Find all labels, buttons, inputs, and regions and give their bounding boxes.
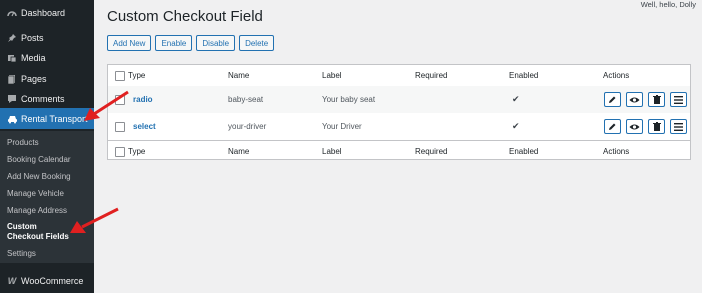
column-type[interactable]: Type xyxy=(128,71,145,80)
pencil-icon xyxy=(609,123,616,130)
submenu-settings[interactable]: Settings xyxy=(7,249,92,259)
table-footer: Type Name Label Required Enabled Actions xyxy=(108,140,690,162)
field-label: Your Driver xyxy=(322,122,362,131)
page-title: Custom Checkout Field xyxy=(107,8,263,25)
menu-item-posts[interactable]: Posts xyxy=(0,28,94,48)
column-name: Name xyxy=(228,147,250,156)
field-type-link[interactable]: radio xyxy=(133,95,153,104)
comments-icon xyxy=(3,94,21,104)
submenu-products[interactable]: Products xyxy=(7,138,92,148)
column-enabled: Enabled xyxy=(509,71,539,80)
rental-transport-submenu: Products Booking Calendar Add New Bookin… xyxy=(0,131,94,263)
dashboard-icon xyxy=(3,8,21,18)
add-new-button[interactable]: Add New xyxy=(107,35,152,51)
column-required: Required xyxy=(415,71,448,80)
enable-button[interactable]: Enable xyxy=(155,35,193,51)
field-name: baby-seat xyxy=(228,95,264,104)
eye-icon xyxy=(629,97,640,102)
delete-button[interactable]: Delete xyxy=(239,35,275,51)
view-button[interactable] xyxy=(626,119,643,134)
pencil-icon xyxy=(609,96,616,103)
checkout-fields-table: Type Name Label Required Enabled Actions… xyxy=(107,64,691,160)
menu-item-woocommerce[interactable]: W WooCommerce xyxy=(0,271,94,291)
column-actions: Actions xyxy=(603,147,630,156)
eye-icon xyxy=(629,124,640,129)
admin-sidebar: Dashboard Posts Media Pages Comments Ren… xyxy=(0,0,94,293)
menu-label: Comments xyxy=(21,94,65,104)
field-type-link[interactable]: select xyxy=(133,122,156,131)
column-required: Required xyxy=(415,147,448,156)
table-header: Type Name Label Required Enabled Actions xyxy=(108,65,690,86)
disable-button[interactable]: Disable xyxy=(196,35,236,51)
submenu-manage-vehicle[interactable]: Manage Vehicle xyxy=(7,189,92,199)
menu-label: Media xyxy=(21,53,46,63)
pin-icon xyxy=(3,33,21,43)
field-label: Your baby seat xyxy=(322,95,376,104)
submenu-custom-checkout-fields[interactable]: Custom Checkout Fields xyxy=(7,222,73,242)
select-all-checkbox[interactable] xyxy=(115,70,125,81)
column-actions: Actions xyxy=(603,71,630,80)
column-enabled: Enabled xyxy=(509,147,539,156)
menu-label: Dashboard xyxy=(21,8,66,18)
select-all-checkbox-footer[interactable] xyxy=(115,146,125,157)
view-button[interactable] xyxy=(626,92,643,107)
menu-item-pages[interactable]: Pages xyxy=(0,69,94,89)
menu-label: Rental Transport xyxy=(21,113,88,124)
table-row: radio baby-seat Your baby seat ✔ xyxy=(108,86,690,113)
delete-row-button[interactable] xyxy=(648,119,665,134)
column-type[interactable]: Type xyxy=(128,147,145,156)
annotation-arrow-icon xyxy=(84,90,129,121)
column-name: Name xyxy=(228,71,250,80)
table-row: select your-driver Your Driver ✔ xyxy=(108,113,690,140)
menu-item-media[interactable]: Media xyxy=(0,48,94,68)
submenu-add-new-booking[interactable]: Add New Booking xyxy=(7,172,92,182)
submenu-booking-calendar[interactable]: Booking Calendar xyxy=(7,155,92,165)
pages-icon xyxy=(3,74,21,84)
menu-lines-icon xyxy=(674,95,683,104)
more-button[interactable] xyxy=(670,119,687,134)
edit-button[interactable] xyxy=(604,92,621,107)
bulk-actions: Add New Enable Disable Delete xyxy=(107,35,275,51)
edit-button[interactable] xyxy=(604,119,621,134)
column-label: Label xyxy=(322,147,342,156)
annotation-arrow-icon xyxy=(70,207,119,233)
menu-label: Posts xyxy=(21,33,44,43)
woocommerce-icon: W xyxy=(7,276,17,286)
enabled-check: ✔ xyxy=(512,121,520,131)
more-button[interactable] xyxy=(670,92,687,107)
field-name: your-driver xyxy=(228,122,267,131)
car-icon xyxy=(3,114,21,124)
delete-row-button[interactable] xyxy=(648,92,665,107)
menu-lines-icon xyxy=(674,122,683,131)
trash-icon xyxy=(652,95,661,104)
enabled-check: ✔ xyxy=(512,94,520,104)
menu-item-dashboard[interactable]: Dashboard xyxy=(0,3,94,23)
trash-icon xyxy=(652,122,661,131)
howdy-text[interactable]: Well, hello, Dolly xyxy=(641,0,696,9)
media-icon xyxy=(3,53,21,63)
menu-label: WooCommerce xyxy=(21,276,84,286)
column-label: Label xyxy=(322,71,342,80)
menu-label: Pages xyxy=(21,74,47,84)
